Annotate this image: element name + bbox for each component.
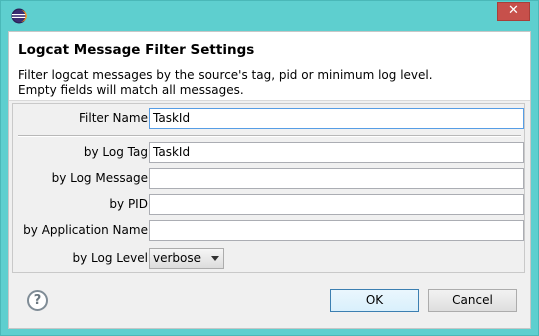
log-tag-input[interactable]: TaskId <box>149 142 524 163</box>
title-bar[interactable]: ✕ <box>1 1 538 31</box>
log-level-label: by Log Level: <box>72 251 153 265</box>
application-name-label: by Application Name: <box>23 223 152 237</box>
help-icon[interactable]: ? <box>34 293 42 308</box>
dialog-description: Filter logcat messages by the source's t… <box>18 68 518 98</box>
pid-label: by PID: <box>109 197 152 211</box>
dialog-header: Logcat Message Filter Settings Filter lo… <box>9 32 530 101</box>
filter-name-label: Filter Name: <box>79 111 152 125</box>
chevron-down-icon[interactable] <box>211 256 219 261</box>
log-level-row: by Log Level: verbose <box>13 248 524 269</box>
filter-form: Filter Name: TaskId by Log Tag: TaskId b… <box>12 103 525 273</box>
cancel-button[interactable]: Cancel <box>428 289 517 312</box>
pid-input[interactable] <box>149 194 524 215</box>
log-level-select[interactable]: verbose <box>149 248 224 269</box>
log-tag-row: by Log Tag: TaskId <box>13 142 524 163</box>
close-icon[interactable]: ✕ <box>508 3 519 18</box>
help-button[interactable]: ? <box>27 290 48 311</box>
log-tag-label: by Log Tag: <box>83 145 152 159</box>
log-message-row: by Log Message: <box>13 168 524 189</box>
filter-name-input[interactable]: TaskId <box>149 108 524 129</box>
eclipse-icon <box>11 8 27 24</box>
form-separator <box>18 135 521 137</box>
dialog-body: Logcat Message Filter Settings Filter lo… <box>8 31 531 329</box>
ok-button[interactable]: OK <box>330 289 419 312</box>
description-line-1: Filter logcat messages by the source's t… <box>18 68 433 82</box>
filter-name-row: Filter Name: TaskId <box>13 108 524 129</box>
dialog-window: ✕ Logcat Message Filter Settings Filter … <box>0 0 539 336</box>
log-message-input[interactable] <box>149 168 524 189</box>
description-line-2: Empty fields will match all messages. <box>18 83 244 97</box>
log-level-value: verbose <box>153 251 202 265</box>
log-message-label: by Log Message: <box>51 171 152 185</box>
close-button[interactable]: ✕ <box>497 2 530 21</box>
dialog-title: Logcat Message Filter Settings <box>18 42 255 58</box>
application-name-input[interactable] <box>149 220 524 241</box>
pid-row: by PID: <box>13 194 524 215</box>
application-name-row: by Application Name: <box>13 220 524 241</box>
